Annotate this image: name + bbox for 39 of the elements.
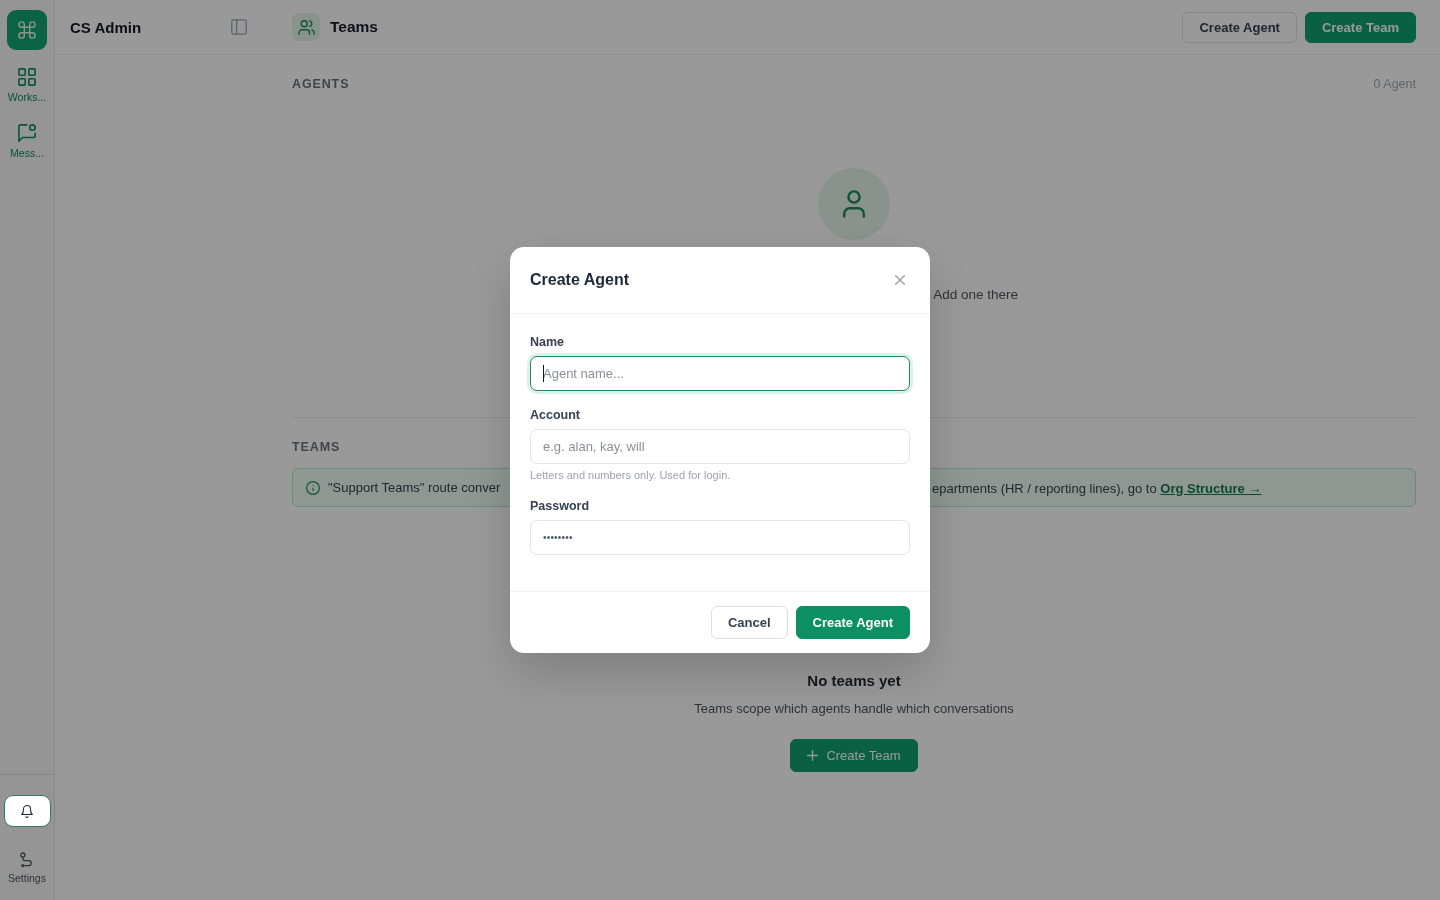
input-field[interactable]: •••••••• xyxy=(530,520,910,555)
section-heading: TEAMS xyxy=(292,439,341,455)
empty-state-text: Add one there xyxy=(933,287,1018,302)
notification-button[interactable] xyxy=(3,795,51,827)
grid-icon xyxy=(18,68,36,86)
field-hint: Letters and numbers only. Used for login. xyxy=(530,468,731,482)
empty-state-text: Teams scope which agents handle which conversations xyxy=(694,700,1014,718)
section-heading: AGENTS xyxy=(292,76,350,92)
header-button[interactable]: Create Team xyxy=(1304,11,1416,43)
chat-icon xyxy=(18,124,36,142)
command-icon xyxy=(7,10,47,50)
notice-text: "Support Teams" route conver xyxy=(328,480,501,495)
header-button[interactable]: Create Agent xyxy=(1182,11,1297,43)
settings-button[interactable]: Settings xyxy=(8,852,46,885)
app-title: CS Admin xyxy=(70,18,142,36)
notice-text: epartments (HR / reporting lines), go to Org Structure → xyxy=(932,480,1262,496)
field-label: Password xyxy=(530,498,590,514)
page-title: Teams xyxy=(330,18,378,36)
field-label: Account xyxy=(530,407,580,423)
close-button[interactable] xyxy=(895,275,905,285)
text-link[interactable]: Org Structure → xyxy=(1160,480,1262,496)
close-icon xyxy=(895,275,905,285)
dialog-button[interactable]: Create Agent xyxy=(795,606,910,639)
empty-state-title: No teams yet xyxy=(807,671,901,691)
input-field[interactable]: Agent name... xyxy=(530,356,910,391)
field-label: Name xyxy=(530,334,565,350)
dialog-title: Create Agent xyxy=(530,271,629,289)
dialog-button[interactable]: Cancel xyxy=(710,606,788,639)
plus-icon xyxy=(807,750,819,761)
create-team-button[interactable]: Create Team xyxy=(790,739,918,772)
route-icon xyxy=(20,852,34,868)
info-icon xyxy=(306,480,320,495)
panel-icon xyxy=(231,19,247,35)
sidebar-item[interactable]: Mess... xyxy=(7,124,47,160)
sidebar-item[interactable]: Works... xyxy=(7,68,47,104)
bell-icon xyxy=(21,804,33,818)
sidebar-toggle-button[interactable] xyxy=(231,19,247,35)
text-cursor-icon xyxy=(543,365,544,382)
users-icon xyxy=(292,13,320,41)
